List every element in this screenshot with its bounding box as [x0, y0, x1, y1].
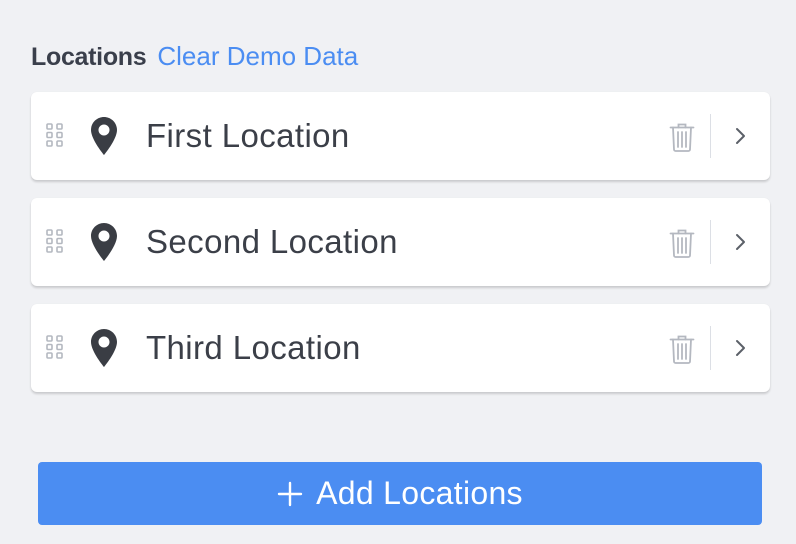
- plus-icon: [277, 481, 303, 506]
- location-label[interactable]: Third Location: [146, 304, 361, 392]
- trash-icon[interactable]: [669, 122, 695, 152]
- section-title: Locations: [31, 43, 147, 71]
- item-divider: [710, 114, 711, 158]
- drag-handle-icon[interactable]: [46, 229, 64, 253]
- add-locations-button[interactable]: Add Locations: [38, 462, 762, 525]
- map-pin-icon: [91, 223, 117, 261]
- chevron-right-icon[interactable]: [733, 338, 749, 358]
- clear-demo-data-link[interactable]: Clear Demo Data: [157, 38, 358, 74]
- chevron-right-icon[interactable]: [733, 126, 749, 146]
- locations-list: First Location Second Location Third Loc…: [31, 92, 770, 410]
- location-item[interactable]: Third Location: [31, 304, 770, 392]
- locations-header: Locations Clear Demo Data: [31, 38, 358, 74]
- chevron-right-icon[interactable]: [733, 232, 749, 252]
- drag-handle-icon[interactable]: [46, 123, 64, 147]
- map-pin-icon: [91, 329, 117, 367]
- item-divider: [710, 220, 711, 264]
- location-label[interactable]: Second Location: [146, 198, 398, 286]
- trash-icon[interactable]: [669, 228, 695, 258]
- map-pin-icon: [91, 117, 117, 155]
- item-divider: [710, 326, 711, 370]
- add-locations-label: Add Locations: [316, 475, 523, 511]
- drag-handle-icon[interactable]: [46, 335, 64, 359]
- location-item[interactable]: Second Location: [31, 198, 770, 286]
- location-label[interactable]: First Location: [146, 92, 350, 180]
- location-item[interactable]: First Location: [31, 92, 770, 180]
- trash-icon[interactable]: [669, 334, 695, 364]
